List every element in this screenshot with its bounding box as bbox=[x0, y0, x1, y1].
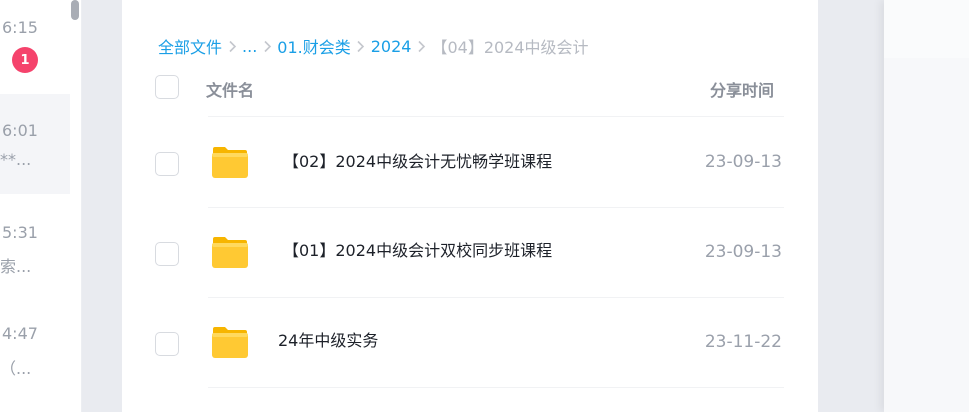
chat-list-panel: 6:15 1 6:01 **... 5:31 索... 4:47 （... bbox=[0, 0, 82, 412]
chat-list-item[interactable]: 6:15 1 bbox=[0, 0, 70, 94]
chat-time: 4:47 bbox=[2, 324, 38, 343]
side-area bbox=[884, 0, 969, 412]
chat-time: 6:01 bbox=[2, 121, 38, 140]
select-all-checkbox[interactable] bbox=[155, 75, 179, 99]
breadcrumb-current: 【04】2024中级会计 bbox=[431, 38, 589, 57]
chat-time: 6:15 bbox=[2, 18, 38, 37]
chevron-right-icon bbox=[257, 40, 277, 53]
chat-snippet: （... bbox=[0, 359, 32, 378]
breadcrumb-item-ellipsis[interactable]: ... bbox=[242, 37, 257, 56]
folder-icon bbox=[212, 327, 248, 358]
side-area-header bbox=[884, 0, 969, 58]
chat-snippet: **... bbox=[0, 150, 32, 169]
share-date: 23-09-13 bbox=[704, 152, 782, 172]
breadcrumb: 全部文件 ... 01.财会类 2024 【04】2024中级会计 bbox=[158, 34, 589, 58]
folder-icon bbox=[212, 237, 248, 268]
row-divider bbox=[208, 207, 784, 208]
breadcrumb-item-2024[interactable]: 2024 bbox=[371, 37, 412, 56]
row-divider bbox=[208, 297, 784, 298]
chevron-right-icon bbox=[411, 40, 431, 53]
column-header-filename[interactable]: 文件名 bbox=[206, 77, 254, 101]
chevron-right-icon bbox=[351, 40, 371, 53]
chat-list-item[interactable]: 4:47 （... bbox=[0, 294, 70, 412]
file-name[interactable]: 【02】2024中级会计无忧畅学班课程 bbox=[283, 148, 552, 172]
row-divider bbox=[208, 116, 784, 117]
share-date: 23-11-22 bbox=[704, 332, 782, 352]
folder-icon bbox=[212, 147, 248, 178]
scrollbar-thumb[interactable] bbox=[71, 0, 79, 20]
chat-list-item[interactable]: 5:31 索... bbox=[0, 194, 70, 294]
file-name[interactable]: 【01】2024中级会计双校同步班课程 bbox=[283, 237, 552, 261]
chevron-right-icon bbox=[222, 40, 242, 53]
unread-badge: 1 bbox=[12, 47, 38, 73]
breadcrumb-item-finance[interactable]: 01.财会类 bbox=[277, 34, 350, 58]
share-date: 23-09-13 bbox=[704, 242, 782, 262]
column-header-share-time[interactable]: 分享时间 bbox=[710, 77, 774, 101]
breadcrumb-item-all-files[interactable]: 全部文件 bbox=[158, 34, 222, 58]
row-checkbox[interactable] bbox=[155, 242, 179, 266]
chat-time: 5:31 bbox=[2, 223, 38, 242]
row-checkbox[interactable] bbox=[155, 152, 179, 176]
row-divider bbox=[208, 387, 784, 388]
chat-snippet: 索... bbox=[0, 257, 32, 276]
file-name[interactable]: 24年中级实务 bbox=[278, 327, 378, 351]
row-checkbox[interactable] bbox=[155, 332, 179, 356]
app-window: 6:15 1 6:01 **... 5:31 索... 4:47 （... 全部… bbox=[0, 0, 969, 412]
chat-list-item[interactable]: 6:01 **... bbox=[0, 94, 70, 194]
